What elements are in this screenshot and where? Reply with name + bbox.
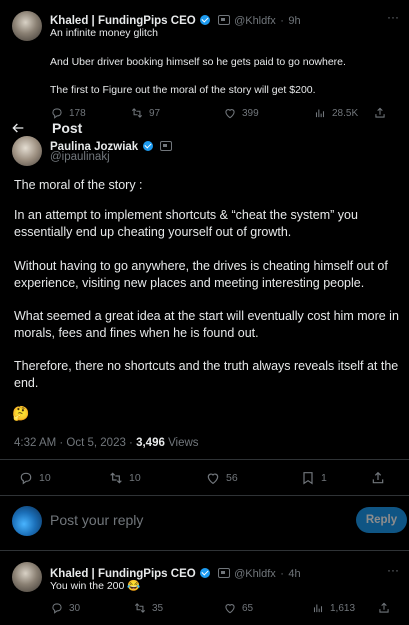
affiliate-badge-icon xyxy=(217,568,230,578)
affiliate-badge-icon xyxy=(217,15,230,25)
reply-button[interactable]: Reply xyxy=(356,507,407,533)
affiliate-badge-icon xyxy=(160,141,173,151)
reply-count: 178 xyxy=(69,107,86,119)
views-icon xyxy=(315,109,325,118)
tweet-timestamp[interactable]: 4:32 AM · Oct 5, 2023 · xyxy=(14,437,136,449)
reply-text: You win the 200 😂 xyxy=(50,580,141,592)
avatar[interactable] xyxy=(12,136,42,166)
author-handle[interactable]: @Khldfx xyxy=(234,568,276,580)
verified-badge-icon xyxy=(142,141,153,151)
back-arrow-icon[interactable] xyxy=(10,120,26,136)
verified-badge-icon xyxy=(200,568,211,578)
tweet-line: And Uber driver booking himself so he ge… xyxy=(50,56,346,68)
reply-count: 30 xyxy=(69,602,81,614)
share-action[interactable] xyxy=(373,106,387,120)
tweet-line: An infinite money glitch xyxy=(50,27,158,39)
views-action[interactable]: 28.5K xyxy=(313,106,373,120)
like-count: 56 xyxy=(226,472,238,484)
divider xyxy=(0,459,409,460)
avatar[interactable] xyxy=(12,562,42,592)
like-action[interactable]: 65 xyxy=(223,601,311,615)
avatar[interactable] xyxy=(12,11,42,41)
heart-icon xyxy=(225,109,235,119)
views-icon xyxy=(313,604,323,613)
reply-icon xyxy=(20,472,32,485)
share-icon xyxy=(372,471,384,484)
tweet-meta: 4:32 AM · Oct 5, 2023 · 3,496 Views xyxy=(14,437,199,449)
avatar xyxy=(12,506,42,536)
heart-icon xyxy=(207,473,219,485)
reply-count: 10 xyxy=(39,472,51,484)
views-count: 28.5K xyxy=(332,107,359,119)
views-number: 3,496 xyxy=(136,437,165,449)
heart-icon xyxy=(225,604,235,614)
tweet-paragraph: In an attempt to implement shortcuts & “… xyxy=(14,208,358,239)
reply-action[interactable]: 178 xyxy=(50,106,130,120)
reply-tweet-actions: 30 35 65 1,613 xyxy=(50,601,400,615)
tweet-paragraph: Without having to go anywhere, the drive… xyxy=(14,259,388,290)
reply-action[interactable]: 30 xyxy=(50,601,133,615)
reply-input[interactable]: Post your reply xyxy=(50,512,143,528)
like-action[interactable]: 399 xyxy=(223,106,313,120)
divider xyxy=(0,550,409,551)
tweet-line: The first to Figure out the moral of the… xyxy=(50,84,316,96)
repost-count: 10 xyxy=(129,472,141,484)
bookmark-count: 1 xyxy=(321,472,327,484)
reply-icon xyxy=(52,108,62,119)
tweet-paragraph: What seemed a great idea at the start wi… xyxy=(14,309,399,340)
share-action[interactable] xyxy=(377,601,391,615)
tweet-actions: 178 97 399 28.5K xyxy=(50,106,390,120)
bookmark-action[interactable]: 1 xyxy=(300,470,370,486)
repost-icon xyxy=(134,603,146,613)
dot-separator: · xyxy=(280,568,284,580)
repost-icon xyxy=(131,108,143,118)
more-icon[interactable]: ··· xyxy=(387,10,399,24)
like-count: 65 xyxy=(242,602,254,614)
views-label: Views xyxy=(164,437,199,449)
repost-count: 35 xyxy=(152,602,164,614)
views-action[interactable]: 1,613 xyxy=(311,601,377,615)
like-count: 399 xyxy=(242,107,259,119)
reply-icon xyxy=(52,603,62,614)
share-action[interactable] xyxy=(370,470,386,486)
views-count: 1,613 xyxy=(330,602,356,614)
verified-badge-icon xyxy=(200,15,211,25)
tweet-paragraph: Therefore, there no shortcuts and the tr… xyxy=(14,359,399,390)
tweet-time[interactable]: 4h xyxy=(288,568,300,580)
repost-action[interactable]: 97 xyxy=(130,106,223,120)
divider xyxy=(0,495,409,496)
like-action[interactable]: 56 xyxy=(205,470,300,486)
tweet-time[interactable]: 9h xyxy=(288,15,300,27)
share-icon xyxy=(375,107,385,118)
author-handle[interactable]: @Khldfx xyxy=(234,15,276,27)
thinking-emoji: 🤔 xyxy=(12,405,30,421)
main-tweet-actions: 10 10 56 1 xyxy=(18,470,398,486)
page-title: Post xyxy=(52,120,83,136)
dot-separator: · xyxy=(280,15,284,27)
repost-action[interactable]: 10 xyxy=(108,470,205,486)
repost-count: 97 xyxy=(149,107,161,119)
repost-action[interactable]: 35 xyxy=(133,601,223,615)
share-icon xyxy=(379,602,389,613)
bookmark-icon xyxy=(303,472,313,485)
repost-icon xyxy=(110,472,122,484)
author-handle[interactable]: @ipaulinakj xyxy=(50,151,110,163)
tweet-paragraph: The moral of the story : xyxy=(14,178,143,192)
more-icon[interactable]: ··· xyxy=(387,563,399,577)
reply-action[interactable]: 10 xyxy=(18,470,108,486)
